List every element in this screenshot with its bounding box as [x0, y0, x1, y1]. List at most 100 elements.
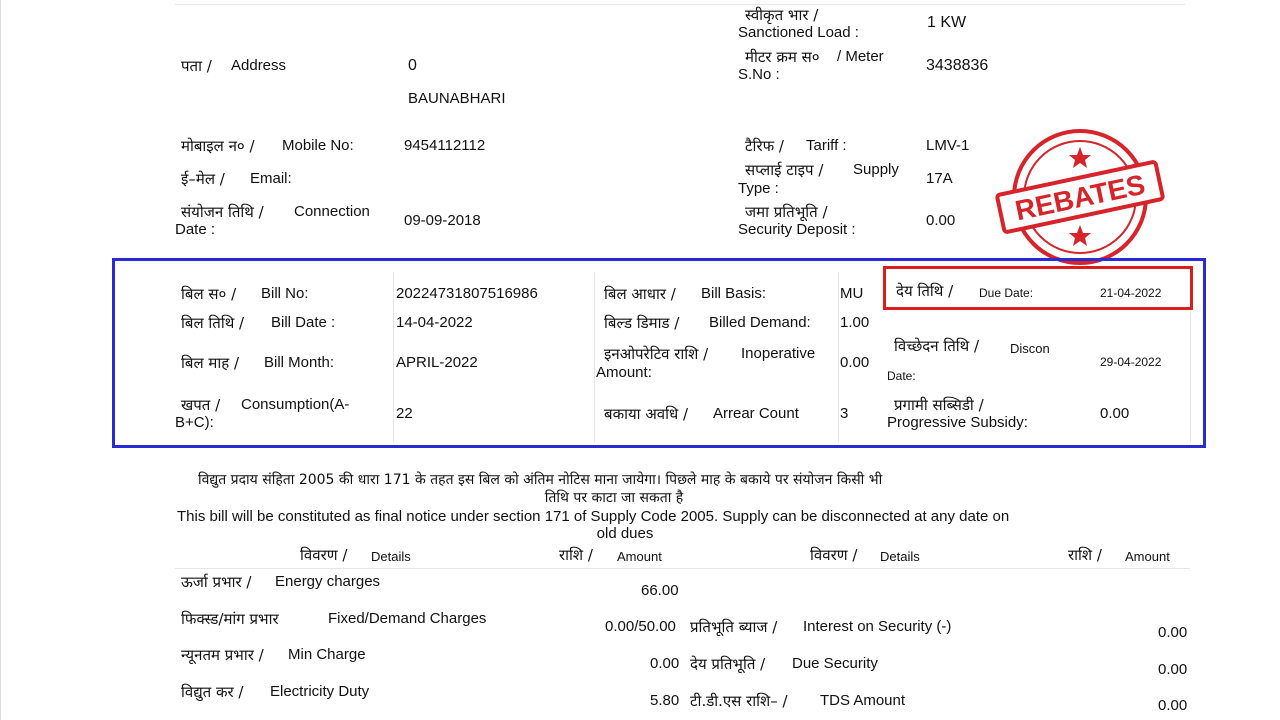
due-security-label-hi: देय प्रतिभूति / — [690, 655, 766, 673]
tariff-value: LMV-1 — [926, 137, 970, 154]
email-label-hi: ई–मेल / — [181, 170, 225, 188]
billed-demand-value: 1.00 — [840, 314, 870, 331]
supply-type-value: 17A — [926, 170, 953, 187]
inoperative-amount-value: 0.00 — [840, 354, 870, 371]
tariff-label-hi: टैरिफ / — [745, 137, 784, 155]
due-security-label-en: Due Security — [792, 655, 878, 672]
amount-header-hi-right: राशि / — [1068, 546, 1102, 564]
connection-date-label-en-2: Date : — [175, 221, 216, 238]
arrear-count-value: 3 — [840, 405, 849, 422]
due-date-label-en: Due Date: — [979, 286, 1034, 300]
discon-date-label-hi: विच्छेदन तिथि / — [894, 337, 980, 355]
security-deposit-value: 0.00 — [926, 212, 956, 229]
meter-label-en-2: S.No : — [738, 66, 780, 83]
discon-date-value: 29-04-2022 — [1100, 355, 1162, 369]
sanctioned-load-value: 1 KW — [927, 14, 967, 31]
connection-date-label-hi: संयोजन तिथि / — [181, 203, 264, 221]
bill-month-value: APRIL-2022 — [396, 354, 478, 371]
details-header-en-right: Details — [880, 549, 920, 564]
bill-month-label-en: Bill Month: — [264, 354, 335, 371]
grid-line-left — [0, 0, 1, 720]
rebates-stamp-icon: REBATES — [995, 129, 1165, 265]
interest-security-amount: 0.00 — [1158, 624, 1188, 641]
consumption-label-en-2: B+C): — [175, 414, 214, 431]
bill-box-divider-1 — [393, 272, 394, 442]
tds-amount-label-hi: टी.डी.एस राशि– / — [690, 692, 788, 710]
notice-english-line-2: old dues — [596, 525, 654, 542]
notice-hindi-line-2: तिथि पर काटा जा सकता है — [544, 490, 684, 506]
bill-basis-value: MU — [840, 285, 864, 302]
min-charge-label-hi: न्यूनतम प्रभार / — [181, 646, 264, 664]
bill-basis-label-en: Bill Basis: — [701, 285, 767, 302]
progressive-subsidy-label-en: Progressive Subsidy: — [887, 414, 1028, 431]
bill-date-value: 14-04-2022 — [396, 314, 473, 331]
mobile-label-hi: मोबाइल न० / — [181, 137, 255, 155]
amount-header-en-left: Amount — [617, 549, 662, 564]
discon-date-label-en-1: Discon — [1010, 341, 1050, 356]
sanctioned-load-label-hi: स्वीकृत भार / — [745, 6, 819, 24]
charges-header-line — [175, 568, 1190, 569]
address-value-line2: BAUNABHARI — [408, 90, 506, 107]
inoperative-amount-label-en-2: Amount: — [596, 364, 652, 381]
connection-date-label-en-1: Connection — [294, 203, 370, 220]
electricity-duty-label-hi: विद्युत कर / — [181, 683, 244, 701]
discon-date-label-en-2: Date: — [887, 369, 916, 383]
address-label-hi: पता / — [181, 57, 212, 75]
fixed-demand-charges-amount: 0.00/50.00 — [605, 618, 676, 635]
progressive-subsidy-value: 0.00 — [1100, 405, 1130, 422]
grid-line-top — [175, 4, 1185, 5]
fixed-demand-charges-label-hi: फिक्स्ड/मांग प्रभार — [181, 610, 279, 628]
mobile-label-en: Mobile No: — [282, 137, 354, 154]
progressive-subsidy-label-hi: प्रगामी सब्सिडी / — [894, 396, 984, 414]
arrear-count-label-hi: बकाया अवधि / — [604, 405, 689, 423]
security-deposit-label-en: Security Deposit : — [738, 221, 856, 238]
supply-type-label-en-2: Type : — [738, 180, 779, 197]
tds-amount-label-en: TDS Amount — [820, 692, 906, 709]
bill-no-value: 20224731807516986 — [396, 285, 538, 302]
tariff-label-en: Tariff : — [806, 137, 847, 154]
inoperative-amount-label-hi: इनओपरेटिव राशि / — [604, 345, 709, 363]
bill-month-label-hi: बिल माह / — [181, 354, 240, 372]
bill-no-label-hi: बिल स० / — [181, 285, 237, 303]
amount-header-en-right: Amount — [1125, 549, 1170, 564]
mobile-value: 9454112112 — [404, 137, 486, 154]
billed-demand-label-hi: बिल्ड डिमाड / — [604, 314, 680, 332]
electricity-duty-label-en: Electricity Duty — [270, 683, 370, 700]
bill-box-divider-3 — [838, 272, 839, 442]
inoperative-amount-label-en-1: Inoperative — [741, 345, 816, 362]
details-header-hi-left: विवरण / — [300, 546, 348, 564]
supply-type-label-hi: सप्लाई टाइप / — [745, 161, 824, 179]
fixed-demand-charges-label-en: Fixed/Demand Charges — [328, 610, 487, 627]
bill-basis-label-hi: बिल आधार / — [604, 285, 676, 303]
tds-amount-amount: 0.00 — [1158, 697, 1188, 714]
bill-date-label-hi: बिल तिथि / — [181, 314, 245, 332]
amount-header-hi-left: राशि / — [559, 546, 593, 564]
consumption-value: 22 — [396, 405, 413, 422]
address-label-en: Address — [231, 57, 287, 74]
meter-value: 3438836 — [926, 57, 989, 74]
address-value-line1: 0 — [408, 57, 417, 74]
bill-no-label-en: Bill No: — [261, 285, 309, 302]
billed-demand-label-en: Billed Demand: — [709, 314, 811, 331]
connection-date-value: 09-09-2018 — [404, 212, 481, 229]
security-deposit-label-hi: जमा प्रतिभूति / — [745, 203, 828, 221]
interest-security-label-en: Interest on Security (-) — [803, 618, 952, 635]
notice-hindi-line-1: विद्युत प्रदाय संहिता 2005 की धारा 171 क… — [198, 472, 883, 488]
bill-box-divider-2 — [594, 272, 595, 442]
arrear-count-label-en: Arrear Count — [713, 405, 799, 422]
supply-type-label-en-1: Supply — [853, 161, 899, 178]
due-security-amount: 0.00 — [1158, 661, 1188, 678]
interest-security-label-hi: प्रतिभूति ब्याज / — [690, 618, 778, 636]
bill-date-label-en: Bill Date : — [271, 314, 336, 331]
meter-label-en-1: / Meter — [837, 48, 884, 65]
due-date-value: 21-04-2022 — [1100, 286, 1162, 300]
email-label-en: Email: — [250, 170, 292, 187]
sanctioned-load-label-en: Sanctioned Load : — [738, 24, 859, 41]
notice-english-line-1: This bill will be constituted as final n… — [177, 508, 1010, 525]
due-date-label-hi: देय तिथि / — [896, 282, 954, 300]
energy-charges-label-en: Energy charges — [275, 573, 381, 590]
meter-label-hi: मीटर क्रम स० — [745, 48, 820, 66]
energy-charges-label-hi: ऊर्जा प्रभार / — [181, 573, 252, 591]
details-header-en-left: Details — [371, 549, 411, 564]
consumption-label-en-1: Consumption(A- — [241, 396, 350, 413]
